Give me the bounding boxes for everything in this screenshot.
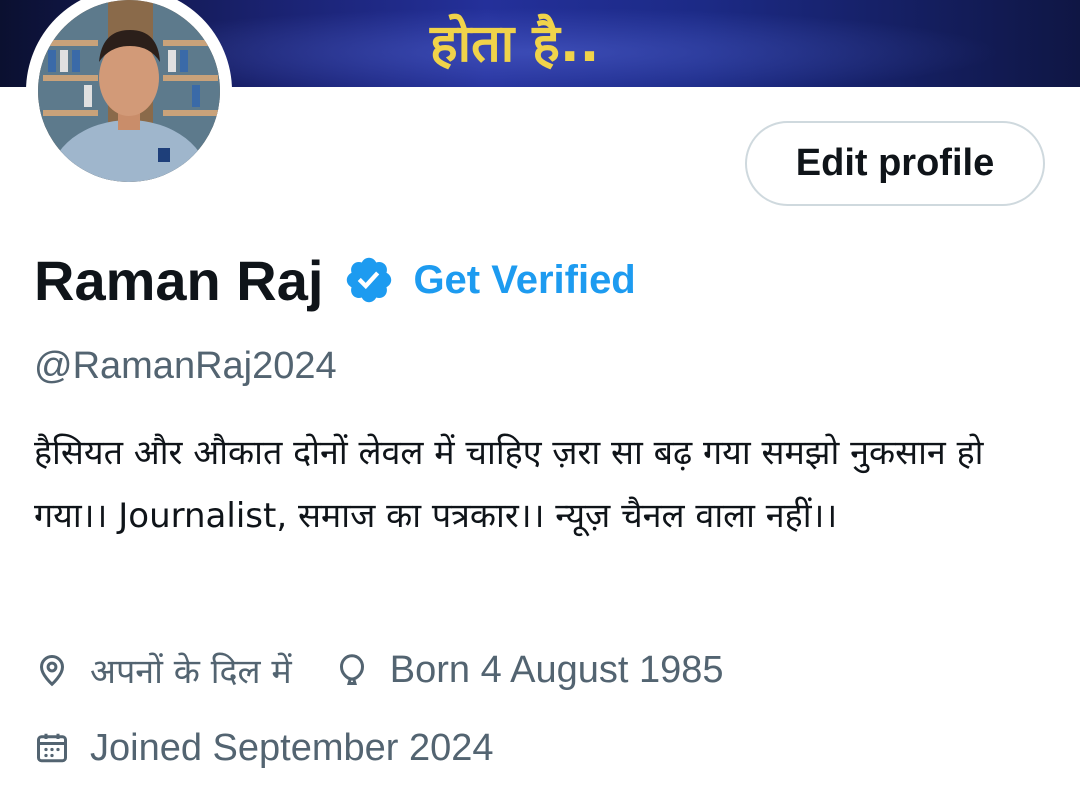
verified-badge-icon[interactable] xyxy=(343,254,395,306)
profile-page: होता है.. Edit profile Raman Raj Get Ver… xyxy=(0,0,1080,809)
balloon-icon xyxy=(334,652,370,688)
profile-meta-row: Joined September 2024 xyxy=(34,720,494,776)
profile-meta-row: अपनों के दिल में Born 4 August 1985 xyxy=(34,642,724,698)
get-verified-link[interactable]: Get Verified xyxy=(413,258,635,303)
location-pin-icon xyxy=(34,652,70,688)
edit-profile-button[interactable]: Edit profile xyxy=(745,121,1045,206)
joined-text: Joined September 2024 xyxy=(90,726,494,769)
calendar-icon xyxy=(34,730,70,766)
banner-text: होता है.. xyxy=(430,14,600,74)
user-handle: @RamanRaj2024 xyxy=(34,345,337,387)
display-name: Raman Raj xyxy=(34,248,324,312)
birthday-text: Born 4 August 1985 xyxy=(389,648,724,691)
name-row: Raman Raj Get Verified xyxy=(34,240,636,320)
avatar-image xyxy=(38,0,220,182)
location-text: अपनों के दिल में xyxy=(90,652,292,692)
avatar[interactable] xyxy=(26,0,232,194)
profile-bio: हैसियत और औकात दोनों लेवल में चाहिए ज़रा… xyxy=(34,433,984,536)
